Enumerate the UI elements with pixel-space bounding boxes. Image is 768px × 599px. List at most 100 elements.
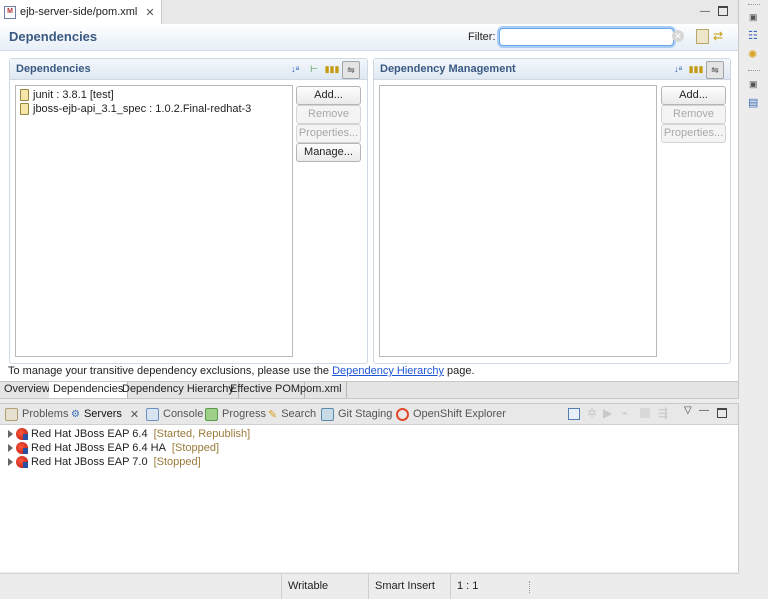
tab-openshift-explorer-label: OpenShift Explorer <box>413 408 506 420</box>
view-menu-icon[interactable]: ▽ <box>684 405 692 416</box>
collapse-all-icon[interactable] <box>568 408 580 420</box>
columns-icon[interactable]: ▮▮▮ <box>689 62 704 76</box>
outline-icon[interactable]: ☷ <box>748 29 760 42</box>
trim-grip <box>748 4 760 5</box>
expand-arrow-icon[interactable] <box>8 444 13 452</box>
server-row[interactable]: Red Hat JBoss EAP 6.4 [Started, Republis… <box>8 427 250 441</box>
trim-grip <box>748 70 760 71</box>
tab-problems[interactable]: Problems <box>5 407 68 421</box>
list-item[interactable]: jboss-ejb-api_3.1_spec : 1.0.2.Final-red… <box>20 102 251 116</box>
pom-editor: M ejb-server-side/pom.xml ✕ — Dependenci… <box>0 0 739 399</box>
transitive-note: To manage your transitive dependency exc… <box>8 365 475 377</box>
tab-search-label: Search <box>281 408 317 420</box>
dependency-management-header: Dependency Management ↓ᵃ ▮▮▮ ⇋ <box>374 59 730 80</box>
dependency-label: junit : 3.8.1 [test] <box>33 89 114 101</box>
columns-icon[interactable]: ▮▮▮ <box>325 62 340 76</box>
dependencies-section: Dependencies ↓ᵃ ⊢ ▮▮▮ ⇋ junit : 3.8.1 [t… <box>9 58 368 364</box>
server-name: Red Hat JBoss EAP 7.0 <box>31 456 148 468</box>
tab-overview[interactable]: Overview <box>0 382 55 398</box>
server-status: [Started, Republish] <box>153 428 251 440</box>
manage-dependencies-button[interactable]: Manage... <box>296 143 361 162</box>
filter-label: Filter: <box>468 31 496 43</box>
tab-servers[interactable]: ⚙ Servers ✕ <box>71 407 139 421</box>
dependency-management-title: Dependency Management <box>380 63 516 75</box>
publish-icon[interactable]: ⇶ <box>658 406 668 420</box>
start-server-icon[interactable]: ▶ <box>603 406 612 420</box>
tab-search[interactable]: ✎ Search <box>268 407 316 421</box>
right-trim-bar: ▣ ☷ ✺ ▣ ▤ <box>740 0 768 598</box>
note-suffix: page. <box>443 365 475 377</box>
tab-openshift-explorer[interactable]: OpenShift Explorer <box>396 407 506 421</box>
editor-tab-label: ejb-server-side/pom.xml <box>20 6 138 18</box>
server-status: [Stopped] <box>171 442 220 454</box>
console-icon <box>146 407 159 421</box>
search-icon: ✎ <box>268 408 278 421</box>
jar-icon <box>20 103 29 115</box>
tab-dependency-hierarchy[interactable]: Dependency Hierarchy <box>118 382 239 398</box>
server-row[interactable]: Red Hat JBoss EAP 7.0 [Stopped] <box>8 455 201 469</box>
view-tab-bar: Problems ⚙ Servers ✕ Console Progress ✎ … <box>0 404 738 425</box>
filter-toggle-icon[interactable]: ⇋ <box>706 61 724 79</box>
dependencies-section-title: Dependencies <box>16 63 91 75</box>
server-row[interactable]: Red Hat JBoss EAP 6.4 HA [Stopped] <box>8 441 219 455</box>
server-status: [Stopped] <box>153 456 201 468</box>
editor-tab-bar: M ejb-server-side/pom.xml ✕ — <box>0 0 738 25</box>
dependency-properties-button[interactable]: Properties... <box>296 124 361 143</box>
open-pom-icon[interactable] <box>696 29 709 44</box>
tab-pom-xml[interactable]: pom.xml <box>296 382 347 398</box>
status-bar: Writable Smart Insert 1 : 1 <box>0 573 740 599</box>
close-icon[interactable]: ✕ <box>145 6 154 19</box>
managed-dependency-properties-button[interactable]: Properties... <box>661 124 726 143</box>
jboss-server-icon <box>16 428 28 440</box>
maximize-icon[interactable] <box>717 408 727 418</box>
filter-input[interactable] <box>499 28 674 46</box>
server-name: Red Hat JBoss EAP 6.4 HA <box>31 442 166 454</box>
status-insert-mode: Smart Insert <box>368 574 448 599</box>
tab-git-staging-label: Git Staging <box>338 408 393 420</box>
minimize-icon[interactable]: — <box>699 405 709 416</box>
problems-icon <box>5 407 18 421</box>
jboss-server-icon <box>16 442 28 454</box>
tab-console[interactable]: Console <box>146 407 203 421</box>
list-item[interactable]: junit : 3.8.1 [test] <box>20 88 114 102</box>
note-prefix: To manage your transitive dependency exc… <box>8 365 333 377</box>
editor-tab-pom[interactable]: M ejb-server-side/pom.xml ✕ <box>0 0 162 24</box>
clear-filter-icon[interactable]: ✕ <box>672 30 684 42</box>
status-cursor-position: 1 : 1 <box>450 574 530 599</box>
remove-managed-dependency-button[interactable]: Remove <box>661 105 726 124</box>
jboss-server-icon <box>16 456 28 468</box>
restore-icon[interactable]: ▣ <box>749 12 758 23</box>
minimize-icon[interactable]: — <box>699 5 711 17</box>
dependency-hierarchy-link[interactable]: Dependency Hierarchy <box>332 365 444 377</box>
sync-icon[interactable]: ⇄ <box>713 29 727 43</box>
profile-server-icon[interactable]: ⌁ <box>621 406 628 420</box>
hierarchy-icon[interactable]: ⊢ <box>307 62 321 76</box>
add-dependency-button[interactable]: Add... <box>296 86 361 105</box>
dependency-management-list[interactable] <box>379 85 657 357</box>
close-icon[interactable]: ✕ <box>130 408 139 421</box>
sort-az-icon[interactable]: ↓ᵃ <box>288 62 302 76</box>
tab-progress[interactable]: Progress <box>205 407 266 421</box>
openshift-icon <box>396 407 409 421</box>
expand-arrow-icon[interactable] <box>8 430 13 438</box>
tab-problems-label: Problems <box>22 408 69 420</box>
debug-server-icon[interactable]: ✲ <box>587 406 597 420</box>
task-list-icon[interactable]: ▤ <box>748 96 760 109</box>
remove-dependency-button[interactable]: Remove <box>296 105 361 124</box>
bottom-view-panel: Problems ⚙ Servers ✕ Console Progress ✎ … <box>0 403 739 572</box>
stop-server-icon[interactable] <box>640 408 650 418</box>
tab-console-label: Console <box>163 408 204 420</box>
maximize-icon[interactable] <box>717 5 729 17</box>
expand-arrow-icon[interactable] <box>8 458 13 466</box>
filter-toggle-icon[interactable]: ⇋ <box>342 61 360 79</box>
palette-icon[interactable]: ✺ <box>748 48 760 61</box>
tab-servers-label: Servers <box>83 408 122 420</box>
progress-icon <box>205 407 218 421</box>
tab-git-staging[interactable]: Git Staging <box>321 407 392 421</box>
dependencies-list[interactable]: junit : 3.8.1 [test] jboss-ejb-api_3.1_s… <box>15 85 293 357</box>
sort-az-icon[interactable]: ↓ᵃ <box>671 62 685 76</box>
tab-dependencies[interactable]: Dependencies <box>49 382 129 398</box>
tab-effective-pom[interactable]: Effective POM <box>226 382 306 398</box>
add-managed-dependency-button[interactable]: Add... <box>661 86 726 105</box>
restore-icon[interactable]: ▣ <box>749 79 758 90</box>
